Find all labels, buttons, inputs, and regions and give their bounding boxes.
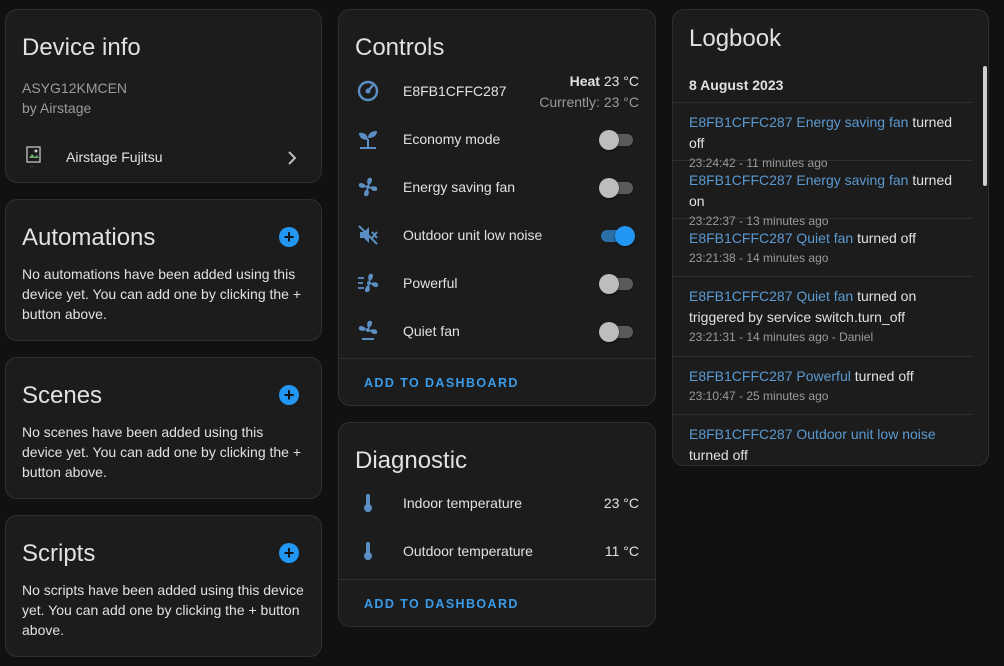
log-action: turned off — [857, 230, 916, 246]
climate-row[interactable]: E8FB1CFFC287 Heat 23 °C Currently: 23 °C — [339, 67, 655, 115]
toggle-knob — [599, 178, 619, 198]
log-entity-link[interactable]: E8FB1CFFC287 Outdoor unit low noise — [689, 426, 936, 442]
scripts-title: Scripts — [22, 540, 96, 567]
log-message: E8FB1CFFC287 Quiet fan turned off — [689, 228, 956, 249]
switch-label: Powerful — [403, 275, 458, 291]
sprout-icon — [357, 128, 379, 150]
sensor-label: Indoor temperature — [403, 495, 523, 511]
log-message: E8FB1CFFC287 Powerful turned off — [689, 366, 956, 387]
volume-off-icon — [357, 224, 379, 246]
log-trigger: triggered by service switch.turn_off — [689, 309, 906, 325]
device-manufacturer: by Airstage — [22, 100, 92, 116]
switch-label: Economy mode — [403, 131, 501, 147]
svg-text:..: .. — [30, 163, 34, 168]
sensor-row[interactable]: Indoor temperature 23 °C — [339, 479, 655, 527]
toggle-knob — [599, 274, 619, 294]
scenes-title: Scenes — [22, 382, 103, 409]
logbook-date: 8 August 2023 — [689, 77, 784, 93]
add-scene-button[interactable]: + — [279, 385, 299, 405]
sensor-row[interactable]: Outdoor temperature 11 °C — [339, 527, 655, 575]
log-message: E8FB1CFFC287 Outdoor unit low noise turn… — [689, 424, 956, 465]
logbook-scrollbar[interactable] — [983, 66, 987, 186]
log-entity-link[interactable]: E8FB1CFFC287 Quiet fan — [689, 288, 853, 304]
log-entry: E8FB1CFFC287 Powerful turned off 23:10:47… — [673, 357, 972, 415]
scenes-card: Scenes + No scenes have been added using… — [5, 357, 322, 499]
log-message: E8FB1CFFC287 Energy saving fan turned of… — [689, 112, 956, 154]
sensor-label: Outdoor temperature — [403, 543, 533, 559]
thermometer-icon — [357, 540, 379, 562]
scenes-empty-message: No scenes have been added using this dev… — [22, 424, 302, 480]
sensor-value: 11 °C — [604, 543, 639, 559]
log-timestamp: 23:21:38 - 14 minutes ago — [689, 251, 829, 265]
diagnostic-card: Diagnostic Indoor temperature 23 °C Outdoo… — [338, 422, 656, 627]
diagnostic-title: Diagnostic — [355, 447, 468, 474]
switch-toggle[interactable] — [599, 175, 635, 199]
switch-toggle[interactable] — [599, 223, 635, 247]
switch-row[interactable]: Powerful — [339, 259, 655, 307]
switch-label: Outdoor unit low noise — [403, 227, 543, 243]
switch-toggle[interactable] — [599, 271, 635, 295]
switch-row[interactable]: Outdoor unit low noise — [339, 211, 655, 259]
switch-row[interactable]: Energy saving fan — [339, 163, 655, 211]
add-automation-button[interactable]: + — [279, 227, 299, 247]
log-timestamp: 23:10:47 - 25 minutes ago — [689, 389, 829, 403]
controls-add-to-dashboard-button[interactable]: ADD TO DASHBOARD — [364, 376, 519, 390]
climate-name: E8FB1CFFC287 — [403, 83, 507, 99]
log-action: turned on — [857, 288, 917, 304]
diagnostic-add-to-dashboard-button[interactable]: ADD TO DASHBOARD — [364, 597, 519, 611]
log-message: E8FB1CFFC287 Energy saving fan turned on — [689, 170, 956, 212]
log-action: turned off — [854, 368, 914, 384]
log-entity-link[interactable]: E8FB1CFFC287 Energy saving fan — [689, 114, 908, 130]
chevron-right-icon — [287, 150, 297, 166]
add-script-button[interactable]: + — [279, 543, 299, 563]
thermometer-icon — [357, 492, 379, 514]
climate-current: Currently: 23 °C — [539, 94, 639, 110]
scripts-empty-message: No scripts have been added using this de… — [22, 582, 304, 638]
log-entry: E8FB1CFFC287 Energy saving fan turned of… — [673, 103, 972, 170]
switch-label: Quiet fan — [403, 323, 460, 339]
toggle-knob — [615, 226, 635, 246]
log-entry: E8FB1CFFC287 Quiet fan turned off 23:21:3… — [673, 219, 972, 277]
logbook-title: Logbook — [689, 25, 782, 52]
logbook-card: Logbook 8 August 2023 E8FB1CFFC287 Energ… — [672, 9, 989, 466]
thermostat-icon — [357, 80, 379, 102]
diagnostic-divider — [339, 579, 655, 580]
fan-low-icon — [357, 320, 379, 342]
integration-link[interactable]: .. Airstage Fujitsu — [6, 140, 321, 176]
sensor-value: 23 °C — [603, 495, 639, 511]
controls-card: Controls E8FB1CFFC287 Heat 23 °C Current… — [338, 9, 656, 406]
fan-icon — [357, 176, 379, 198]
log-entry: E8FB1CFFC287 Quiet fan turned on triggere… — [673, 277, 972, 357]
automations-title: Automations — [22, 224, 156, 251]
log-entity-link[interactable]: E8FB1CFFC287 Quiet fan — [689, 230, 853, 246]
automations-card: Automations + No automations have been a… — [5, 199, 322, 341]
switch-toggle[interactable] — [599, 319, 635, 343]
log-entity-link[interactable]: E8FB1CFFC287 Powerful — [689, 368, 851, 384]
climate-state: Heat 23 °C Currently: 23 °C — [539, 71, 639, 113]
log-entry: E8FB1CFFC287 Energy saving fan turned on… — [673, 161, 972, 228]
switch-label: Energy saving fan — [403, 179, 516, 195]
climate-mode: Heat — [569, 73, 600, 89]
scripts-card: Scripts + No scripts have been added usi… — [5, 515, 322, 657]
toggle-knob — [599, 130, 619, 150]
automations-empty-message: No automations have been added using thi… — [22, 266, 302, 322]
climate-target: 23 °C — [603, 73, 639, 89]
log-timestamp: 23:21:31 - 14 minutes ago - Daniel — [689, 330, 874, 344]
log-entry: E8FB1CFFC287 Outdoor unit low noise turn… — [673, 415, 972, 465]
device-info-title: Device info — [22, 34, 141, 61]
fan-speed-icon — [357, 272, 379, 294]
toggle-knob — [599, 322, 619, 342]
log-message: E8FB1CFFC287 Quiet fan turned on — [689, 286, 956, 307]
controls-title: Controls — [355, 34, 445, 61]
integration-name: Airstage Fujitsu — [66, 149, 163, 165]
switch-row[interactable]: Economy mode — [339, 115, 655, 163]
switch-toggle[interactable] — [599, 127, 635, 151]
integration-logo: .. — [26, 146, 44, 168]
device-info-card: Device info ASYG12KMCEN by Airstage .. A… — [5, 9, 322, 183]
controls-divider — [339, 358, 655, 359]
switch-row[interactable]: Quiet fan — [339, 307, 655, 355]
log-action: turned off — [689, 447, 748, 463]
log-entity-link[interactable]: E8FB1CFFC287 Energy saving fan — [689, 172, 908, 188]
device-model: ASYG12KMCEN — [22, 80, 128, 96]
